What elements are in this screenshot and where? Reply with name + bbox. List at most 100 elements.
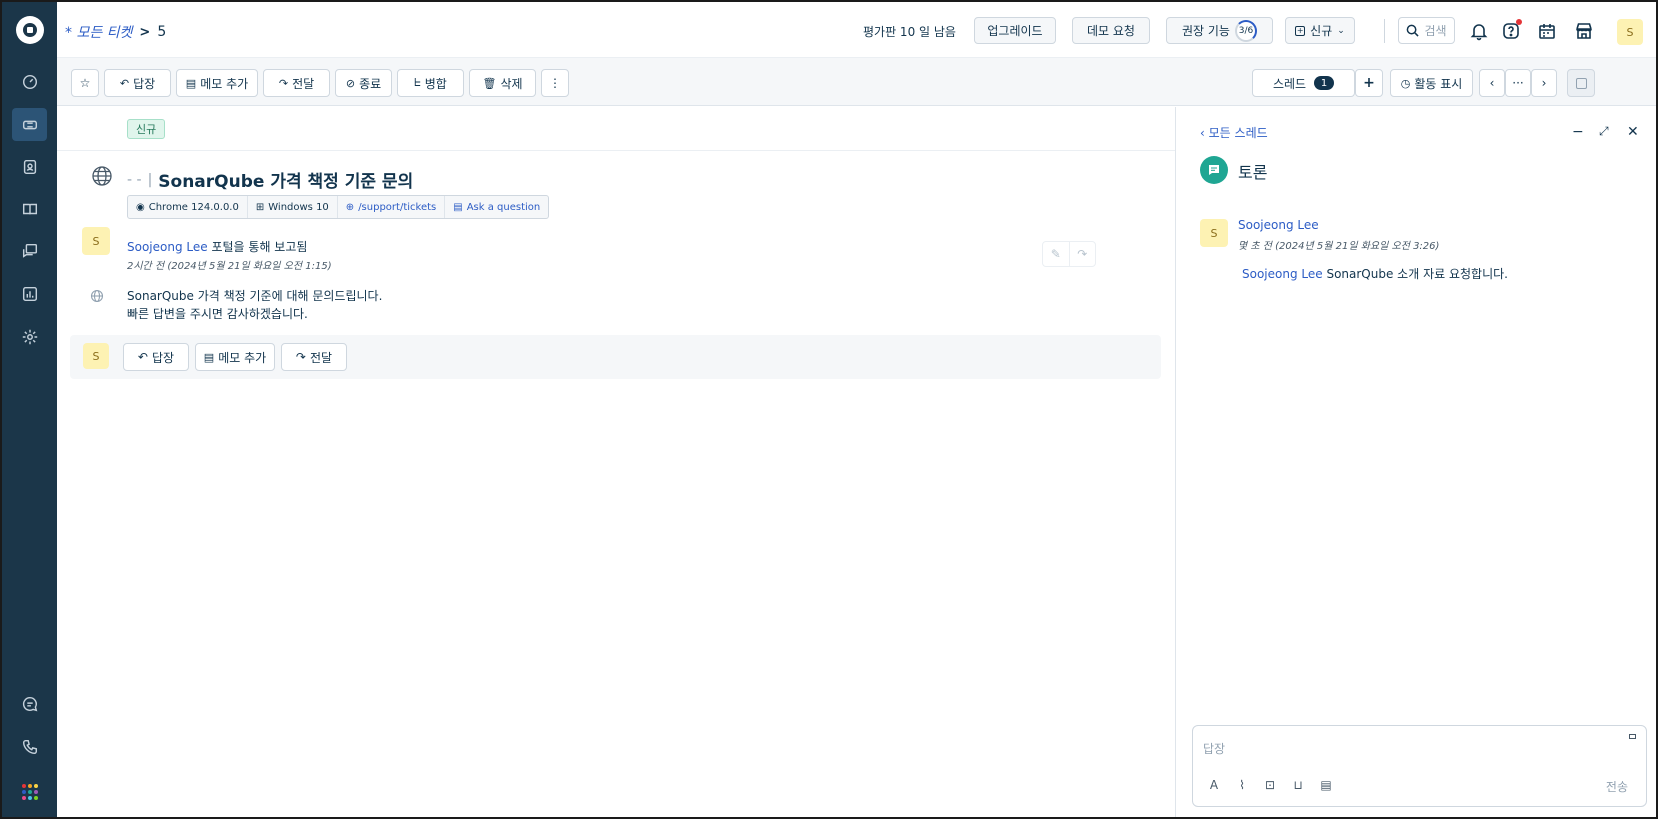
sidebar-item-forums[interactable] <box>12 234 47 267</box>
reports-icon <box>22 286 37 301</box>
notifications-button[interactable] <box>1467 19 1491 43</box>
add-note-label: 메모 추가 <box>200 76 249 91</box>
sidebar-item-knowledge-base[interactable] <box>12 192 47 225</box>
previous-ticket-button[interactable]: ‹ <box>1479 69 1505 97</box>
breadcrumb: * 모든 티켓 > 5 <box>65 22 166 42</box>
note-icon: ▤ <box>203 350 215 364</box>
attachment-icon[interactable]: ⌇ <box>1235 778 1249 792</box>
send-button[interactable]: 전송 <box>1606 778 1628 795</box>
upgrade-button[interactable]: 업그레이드 <box>974 17 1056 44</box>
search-button[interactable]: 검색 <box>1398 17 1455 44</box>
ticket-list-button[interactable]: ··· <box>1505 69 1531 97</box>
meta-url[interactable]: ⊕/support/tickets <box>338 196 446 218</box>
thread-composer[interactable]: 답장 A ⌇ ⊡ ⊔ ▤ 전송 <box>1192 725 1647 807</box>
all-threads-label: 모든 스레드 <box>1208 126 1268 140</box>
thread-timestamp: 몇 초 전 (2024년 5월 21일 화요일 오전 3:26) <box>1238 241 1440 252</box>
sidebar-item-contacts[interactable] <box>12 150 47 183</box>
message-line-2: 빠른 답변을 주시면 감사하겠습니다. <box>127 307 308 321</box>
thread-message-text: SonarQube 소개 자료 요청합니다. <box>1322 267 1508 281</box>
merge-button[interactable]: ᖶ 병합 <box>397 69 464 97</box>
show-activity-label: 활동 표시 <box>1414 76 1463 91</box>
thread-author-avatar: S <box>1200 219 1228 247</box>
canned-response-icon[interactable]: ⊡ <box>1263 778 1277 792</box>
subject-text: SonarQube 가격 책정 기준 문의 <box>158 172 414 192</box>
template-icon[interactable]: ▤ <box>1319 778 1333 792</box>
help-button[interactable] <box>1499 19 1523 43</box>
recommended-progress: 3/6 <box>1234 19 1257 42</box>
sidebar-item-phone[interactable] <box>12 730 47 763</box>
meta-os: ⊞ Windows 10 <box>248 196 338 218</box>
reply-bar-add-note-button[interactable]: ▤ 메모 추가 <box>195 343 275 371</box>
apps-grid-icon[interactable] <box>22 784 38 800</box>
show-activity-button[interactable]: ◷ 활동 표시 <box>1390 69 1473 97</box>
thread-author-name[interactable]: Soojeong Lee <box>1238 218 1319 232</box>
book-icon <box>22 203 37 214</box>
star-icon: ☆ <box>79 76 91 90</box>
status-badge: 신규 <box>127 119 166 139</box>
check-circle-icon: ⊘ <box>345 76 356 90</box>
reply-bar-reply-button[interactable]: ↶ 답장 <box>123 343 189 371</box>
composer-expand-icon[interactable] <box>1629 734 1636 739</box>
recommended-features-button[interactable]: 권장 기능 3/6 <box>1166 17 1273 44</box>
note-icon: ▤ <box>185 76 197 90</box>
message-author-name[interactable]: Soojeong Lee <box>127 240 208 254</box>
status-row: 신규 <box>57 107 1175 151</box>
user-avatar[interactable]: S <box>1617 19 1643 45</box>
sidebar-item-dashboard[interactable] <box>12 65 47 98</box>
text-format-icon[interactable]: A <box>1207 778 1221 792</box>
chat-icon <box>22 696 37 711</box>
more-horizontal-icon: ··· <box>1512 76 1524 90</box>
message-author-line: Soojeong Lee 포털을 통해 보고됨 <box>127 238 307 255</box>
globe-small-icon: ⊕ <box>345 201 355 213</box>
add-thread-button[interactable]: + <box>1355 69 1383 97</box>
edit-icon[interactable]: ✎ <box>1043 242 1070 266</box>
sidebar-item-settings[interactable] <box>12 320 47 353</box>
gear-icon <box>22 329 37 344</box>
marketplace-button[interactable] <box>1572 19 1596 43</box>
reply-icon: ↶ <box>137 350 148 364</box>
expand-panel-button[interactable]: ⤢ <box>1599 124 1609 139</box>
reply-bar-forward-button[interactable]: ↷ 전달 <box>281 343 347 371</box>
forward-button[interactable]: ↷ 전달 <box>263 69 330 97</box>
app-logo[interactable] <box>16 16 44 44</box>
reply-icon: ↶ <box>119 76 130 90</box>
events-button[interactable] <box>1535 19 1559 43</box>
subject-divider: | <box>147 171 153 188</box>
meta-form[interactable]: ▤ Ask a question <box>445 196 548 218</box>
composer-placeholder[interactable]: 답장 <box>1203 740 1225 757</box>
breadcrumb-all-tickets[interactable]: * 모든 티켓 <box>65 22 132 42</box>
next-ticket-button[interactable]: › <box>1531 69 1557 97</box>
delete-button[interactable]: 🗑 삭제 <box>469 69 536 97</box>
thread-mention[interactable]: Soojeong Lee <box>1242 267 1323 281</box>
ticket-subject: - - | SonarQube 가격 책정 기준 문의 <box>127 167 414 193</box>
demo-request-button[interactable]: 데모 요청 <box>1072 17 1150 44</box>
sidebar-item-tickets[interactable] <box>12 108 47 141</box>
star-button[interactable]: ☆ <box>71 69 99 97</box>
message-author-avatar: S <box>82 227 110 255</box>
all-threads-link[interactable]: ‹ 모든 스레드 <box>1200 124 1268 141</box>
browser-text: Chrome 124.0.0.0 <box>148 201 239 213</box>
reply-button[interactable]: ↶ 답장 <box>104 69 171 97</box>
add-note-button[interactable]: ▤ 메모 추가 <box>176 69 258 97</box>
sidebar <box>2 2 57 817</box>
minimize-panel-button[interactable]: − <box>1572 124 1584 140</box>
knowledge-base-icon[interactable]: ⊔ <box>1291 778 1305 792</box>
dashboard-icon <box>22 74 37 89</box>
subject-prefix: - - <box>127 171 142 188</box>
close-panel-button[interactable]: ✕ <box>1627 124 1639 140</box>
chat-bubbles-icon <box>22 243 37 258</box>
threads-button[interactable]: 스레드 1 <box>1252 69 1355 97</box>
close-ticket-button[interactable]: ⊘ 종료 <box>335 69 392 97</box>
close-label: 종료 <box>359 76 382 91</box>
sidebar-item-reports[interactable] <box>12 277 47 310</box>
forward-message-icon[interactable]: ↷ <box>1070 242 1096 266</box>
message-source: 포털을 통해 보고됨 <box>211 240 308 254</box>
forward-icon: ↷ <box>295 350 306 364</box>
toggle-sidebar-button[interactable] <box>1567 69 1595 97</box>
sidebar-item-chat[interactable] <box>12 687 47 720</box>
more-actions-button[interactable]: ⋮ <box>541 69 569 97</box>
thread-panel: ‹ 모든 스레드 − ⤢ ✕ 토론 S Soojeong Lee 몇 초 전 (… <box>1175 107 1656 817</box>
merge-label: 병합 <box>424 76 447 91</box>
bell-icon <box>1470 24 1488 41</box>
new-button[interactable]: + 신규 ⌄ <box>1285 17 1355 44</box>
